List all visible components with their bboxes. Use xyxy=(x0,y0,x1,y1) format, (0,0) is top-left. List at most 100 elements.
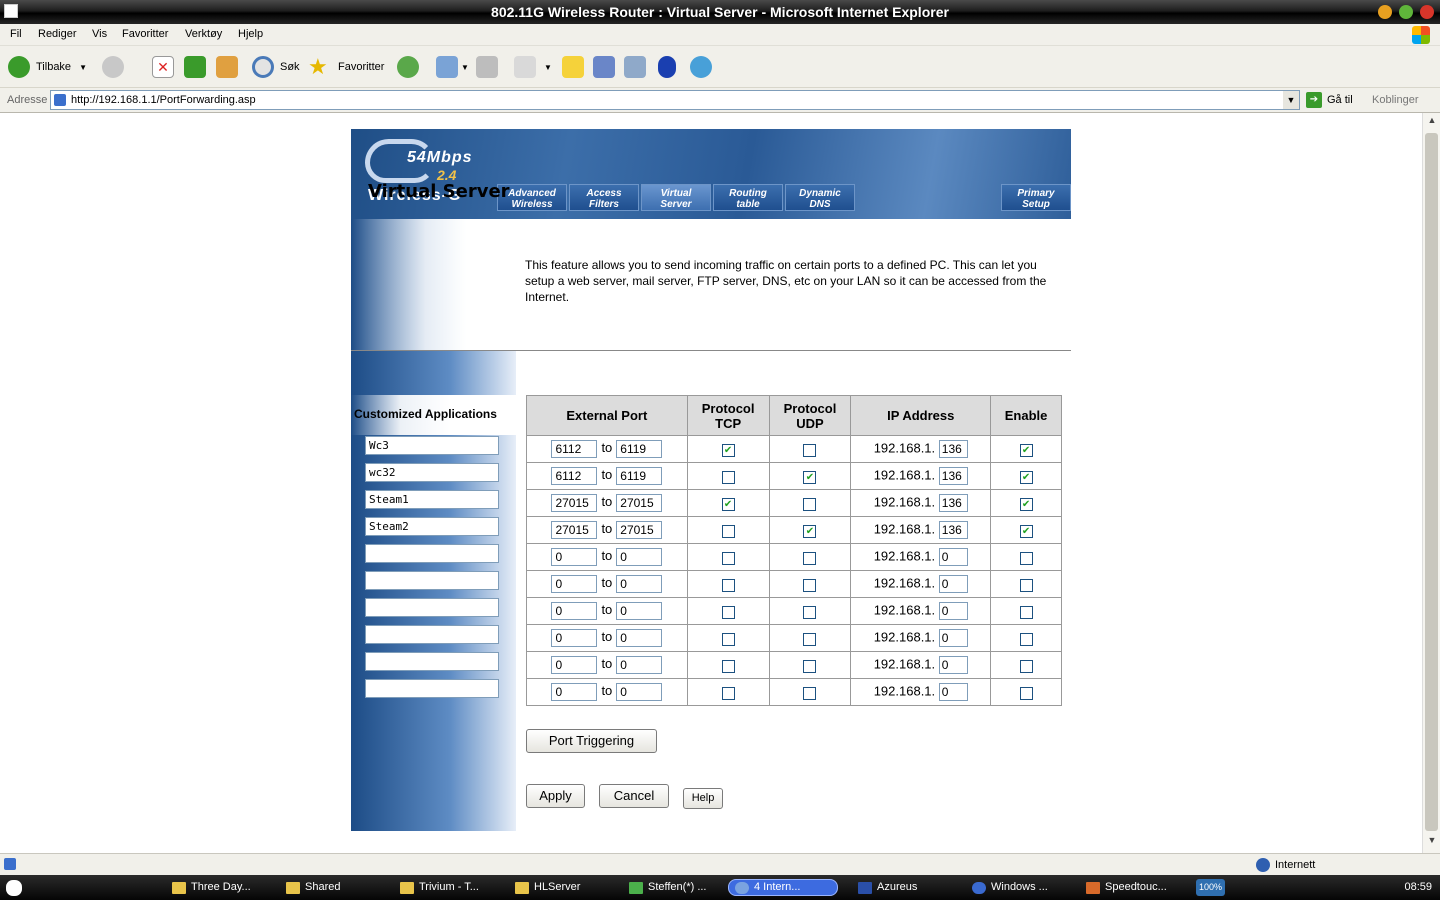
close-icon[interactable] xyxy=(1420,5,1434,19)
taskbar-item[interactable]: Trivium - T... xyxy=(400,879,505,896)
favorites-button[interactable]: ★ Favoritter xyxy=(308,55,384,79)
tcp-checkbox[interactable] xyxy=(721,632,735,646)
udp-checkbox[interactable]: ✔ xyxy=(803,470,817,484)
messenger-button[interactable] xyxy=(690,55,712,79)
stop-button[interactable]: ✕ xyxy=(152,55,174,79)
udp-checkbox[interactable] xyxy=(803,686,817,700)
port-from-input[interactable]: 0 xyxy=(551,548,598,566)
port-from-input[interactable]: 6112 xyxy=(551,467,598,485)
port-to-input[interactable]: 27015 xyxy=(616,494,663,512)
app-name-input[interactable] xyxy=(365,652,499,671)
tcp-checkbox[interactable]: ✔ xyxy=(721,497,735,511)
tab-routing-table[interactable]: Routing table xyxy=(713,184,783,211)
ip-last-octet-input[interactable]: 0 xyxy=(938,602,968,620)
port-to-input[interactable]: 0 xyxy=(616,548,663,566)
udp-checkbox[interactable] xyxy=(803,551,817,565)
port-to-input[interactable]: 6119 xyxy=(616,440,663,458)
port-from-input[interactable]: 27015 xyxy=(551,521,598,539)
notes-button[interactable] xyxy=(562,55,584,79)
scroll-thumb[interactable] xyxy=(1425,133,1438,831)
taskbar-item[interactable]: Azureus xyxy=(858,879,963,896)
menu-view[interactable]: Vis xyxy=(92,28,107,40)
help-button[interactable]: Help xyxy=(683,788,723,809)
port-to-input[interactable]: 0 xyxy=(616,629,663,647)
ip-last-octet-input[interactable]: 0 xyxy=(938,575,968,593)
udp-checkbox[interactable] xyxy=(803,497,817,511)
enable-checkbox[interactable] xyxy=(1019,659,1033,673)
ip-last-octet-input[interactable]: 0 xyxy=(938,683,968,701)
scroll-down-icon[interactable]: ▼ xyxy=(1425,835,1439,849)
udp-checkbox[interactable] xyxy=(803,578,817,592)
tab-virtual-server[interactable]: Virtual Server xyxy=(641,184,711,211)
taskbar-item[interactable]: Three Day... xyxy=(172,879,277,896)
refresh-button[interactable] xyxy=(184,55,206,79)
port-triggering-button[interactable]: Port Triggering xyxy=(526,729,657,753)
forward-button[interactable] xyxy=(102,55,124,79)
app-name-input[interactable]: Steam2 xyxy=(365,517,499,536)
app-name-input[interactable] xyxy=(365,679,499,698)
menu-edit[interactable]: Rediger xyxy=(38,28,77,40)
address-dropdown[interactable]: ▼ xyxy=(1283,91,1299,109)
taskbar-item[interactable]: HLServer xyxy=(515,879,620,896)
tcp-checkbox[interactable] xyxy=(721,524,735,538)
port-from-input[interactable]: 27015 xyxy=(551,494,598,512)
udp-checkbox[interactable] xyxy=(803,632,817,646)
tcp-checkbox[interactable]: ✔ xyxy=(721,443,735,457)
ip-last-octet-input[interactable]: 136 xyxy=(938,467,968,485)
tcp-checkbox[interactable] xyxy=(721,578,735,592)
cancel-button[interactable]: Cancel xyxy=(599,784,669,808)
app-name-input[interactable] xyxy=(365,598,499,617)
maximize-icon[interactable] xyxy=(1399,5,1413,19)
app-name-input[interactable] xyxy=(365,625,499,644)
app-name-input[interactable]: Wc3 xyxy=(365,436,499,455)
scroll-up-icon[interactable]: ▲ xyxy=(1425,115,1439,129)
app-name-input[interactable]: Steam1 xyxy=(365,490,499,509)
print-button[interactable] xyxy=(476,55,498,79)
ie-app-icon[interactable] xyxy=(4,4,18,18)
enable-checkbox[interactable] xyxy=(1019,605,1033,619)
taskbar-item[interactable]: Steffen(*) ... xyxy=(629,879,724,896)
port-to-input[interactable]: 27015 xyxy=(616,521,663,539)
port-to-input[interactable]: 0 xyxy=(616,602,663,620)
tcp-checkbox[interactable] xyxy=(721,605,735,619)
start-button[interactable] xyxy=(6,879,27,896)
enable-checkbox[interactable] xyxy=(1019,578,1033,592)
udp-checkbox[interactable] xyxy=(803,659,817,673)
enable-checkbox[interactable]: ✔ xyxy=(1019,443,1033,457)
tcp-checkbox[interactable] xyxy=(721,551,735,565)
ip-last-octet-input[interactable]: 0 xyxy=(938,629,968,647)
app-name-input[interactable]: wc32 xyxy=(365,463,499,482)
mail-button[interactable]: ▼ xyxy=(436,55,469,79)
udp-checkbox[interactable]: ✔ xyxy=(803,524,817,538)
menu-favorites[interactable]: Favoritter xyxy=(122,28,168,40)
tab-access-filters[interactable]: Access Filters xyxy=(569,184,639,211)
enable-checkbox[interactable]: ✔ xyxy=(1019,497,1033,511)
port-to-input[interactable]: 0 xyxy=(616,683,663,701)
tab-primary-setup[interactable]: Primary Setup xyxy=(1001,184,1071,211)
taskbar-item[interactable]: Shared xyxy=(286,879,391,896)
port-to-input[interactable]: 0 xyxy=(616,575,663,593)
enable-checkbox[interactable]: ✔ xyxy=(1019,470,1033,484)
port-to-input[interactable]: 0 xyxy=(616,656,663,674)
links-button[interactable]: Koblinger xyxy=(1372,94,1418,106)
ip-last-octet-input[interactable]: 136 xyxy=(938,440,968,458)
vertical-scrollbar[interactable]: ▲ ▼ xyxy=(1422,113,1440,853)
port-from-input[interactable]: 0 xyxy=(551,683,598,701)
go-button[interactable]: ➔ Gå til xyxy=(1306,92,1353,108)
app-name-input[interactable] xyxy=(365,544,499,563)
port-from-input[interactable]: 0 xyxy=(551,629,598,647)
research-button[interactable] xyxy=(593,55,615,79)
port-from-input[interactable]: 0 xyxy=(551,575,598,593)
menu-tools[interactable]: Verktøy xyxy=(185,28,222,40)
minimize-icon[interactable] xyxy=(1378,5,1392,19)
ip-last-octet-input[interactable]: 0 xyxy=(938,548,968,566)
address-input[interactable]: http://192.168.1.1/PortForwarding.asp xyxy=(50,90,1300,110)
tcp-checkbox[interactable] xyxy=(721,686,735,700)
udp-checkbox[interactable] xyxy=(803,605,817,619)
apply-button[interactable]: Apply xyxy=(526,784,585,808)
ip-last-octet-input[interactable]: 0 xyxy=(938,656,968,674)
ip-last-octet-input[interactable]: 136 xyxy=(938,494,968,512)
tab-dynamic-dns[interactable]: Dynamic DNS xyxy=(785,184,855,211)
menu-file[interactable]: Fil xyxy=(10,28,22,40)
edit-button[interactable]: ▼ xyxy=(514,55,552,79)
